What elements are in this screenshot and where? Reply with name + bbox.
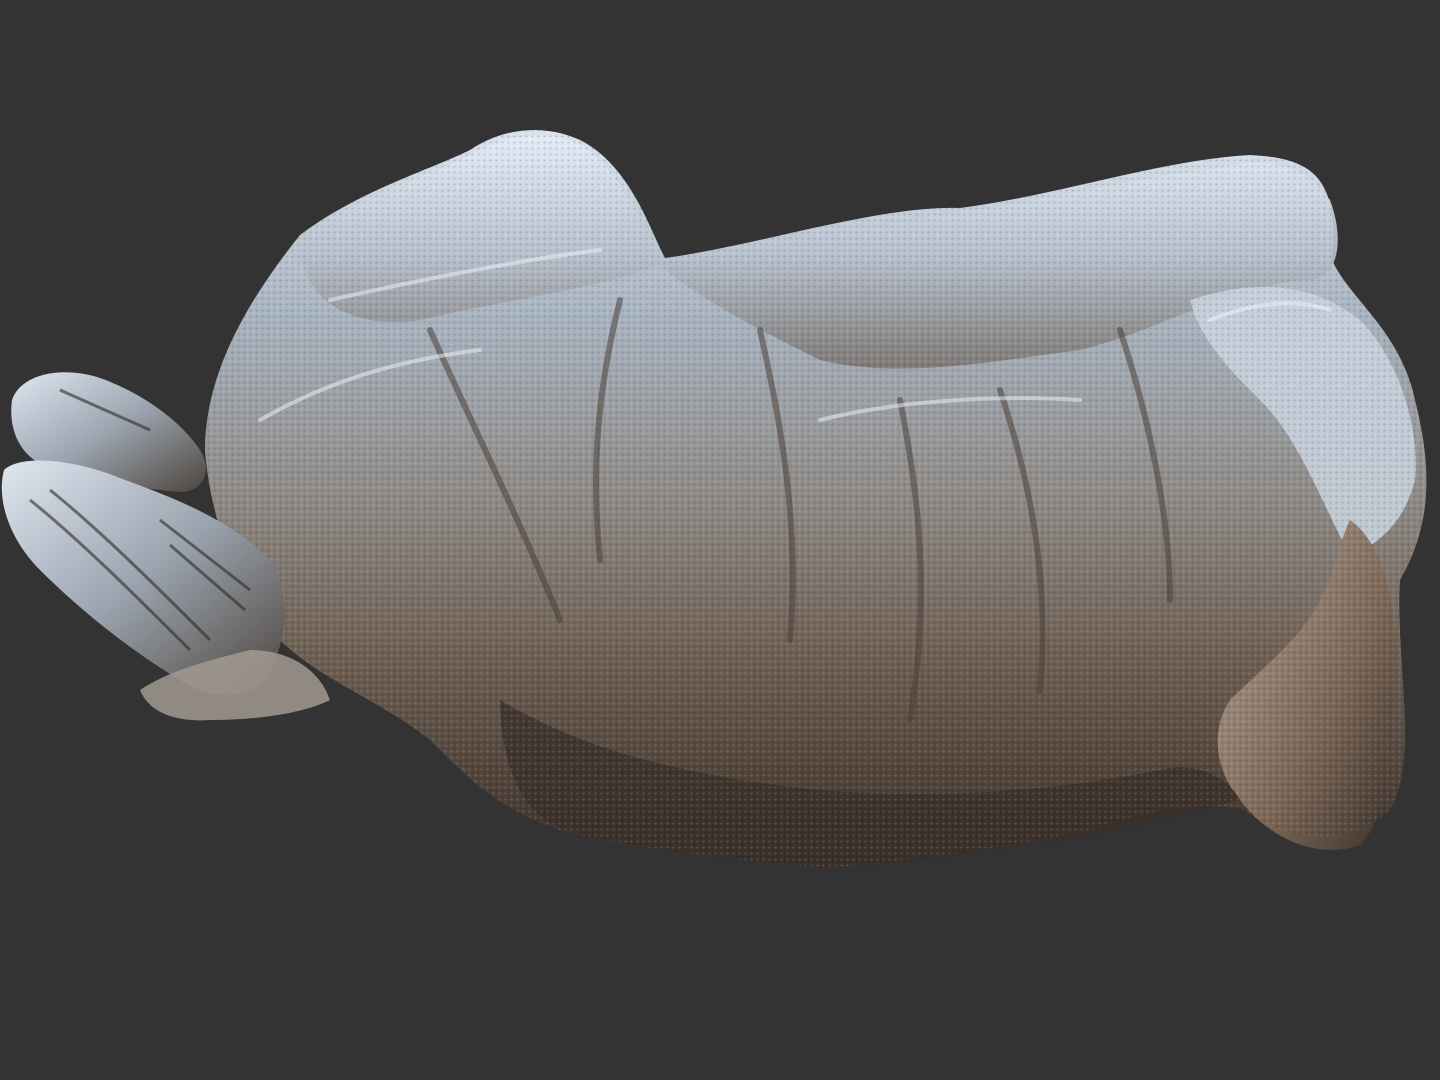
3d-viewport[interactable] [0, 0, 1440, 1080]
knit-texture [205, 129, 1427, 868]
rendered-model [1, 129, 1427, 868]
